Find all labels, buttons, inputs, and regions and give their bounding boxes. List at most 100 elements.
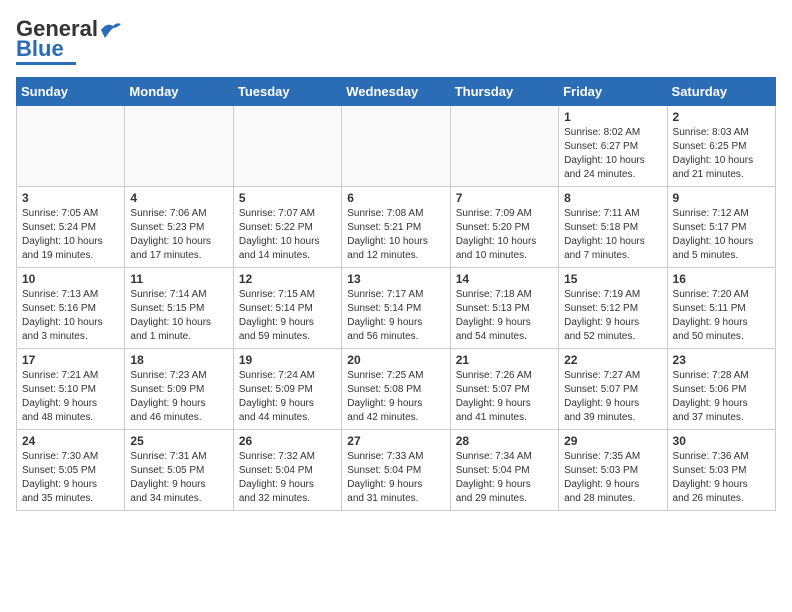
weekday-header-friday: Friday [559,78,667,106]
day-info: Sunrise: 7:34 AM Sunset: 5:04 PM Dayligh… [456,450,553,506]
day-info: Sunrise: 7:08 AM Sunset: 5:21 PM Dayligh… [347,207,444,263]
week-row-4: 17Sunrise: 7:21 AM Sunset: 5:10 PM Dayli… [17,349,776,430]
calendar-cell: 30Sunrise: 7:36 AM Sunset: 5:03 PM Dayli… [667,430,775,511]
day-number: 2 [673,110,770,124]
calendar-cell: 2 Sunrise: 8:03 AM Sunset: 6:25 PM Daylig… [667,106,775,187]
day-number: 28 [456,434,553,448]
calendar-cell [125,106,233,187]
calendar-cell: 15 Sunrise: 7:19 AM Sunset: 5:12 PM Dayli… [559,268,667,349]
calendar-cell: 27 Sunrise: 7:33 AM Sunset: 5:04 PM Dayli… [342,430,450,511]
day-number: 27 [347,434,444,448]
day-number: 9 [673,191,770,205]
day-info: Sunrise: 7:12 AM Sunset: 5:17 PM Dayligh… [673,207,770,263]
day-info: Sunrise: 7:15 AM Sunset: 5:14 PM Dayligh… [239,288,336,344]
calendar-cell: 11Sunrise: 7:14 AM Sunset: 5:15 PM Dayli… [125,268,233,349]
calendar-cell: 18 Sunrise: 7:23 AM Sunset: 5:09 PM Dayli… [125,349,233,430]
day-number: 26 [239,434,336,448]
calendar-cell: 3 Sunrise: 7:05 AM Sunset: 5:24 PM Daylig… [17,187,125,268]
day-info: Sunrise: 7:23 AM Sunset: 5:09 PM Dayligh… [130,369,227,425]
day-info: Sunrise: 7:31 AM Sunset: 5:05 PM Dayligh… [130,450,227,506]
weekday-header-tuesday: Tuesday [233,78,341,106]
day-info: Sunrise: 7:07 AM Sunset: 5:22 PM Dayligh… [239,207,336,263]
day-number: 13 [347,272,444,286]
day-info: Sunrise: 7:26 AM Sunset: 5:07 PM Dayligh… [456,369,553,425]
calendar-cell: 28 Sunrise: 7:34 AM Sunset: 5:04 PM Dayli… [450,430,558,511]
calendar-cell: 16Sunrise: 7:20 AM Sunset: 5:11 PM Dayli… [667,268,775,349]
day-number: 22 [564,353,661,367]
day-info: Sunrise: 7:28 AM Sunset: 5:06 PM Dayligh… [673,369,770,425]
day-number: 12 [239,272,336,286]
day-info: Sunrise: 8:03 AM Sunset: 6:25 PM Dayligh… [673,126,770,182]
day-number: 8 [564,191,661,205]
logo-bird-icon [99,20,123,40]
calendar-cell [17,106,125,187]
day-info: Sunrise: 7:32 AM Sunset: 5:04 PM Dayligh… [239,450,336,506]
day-info: Sunrise: 7:06 AM Sunset: 5:23 PM Dayligh… [130,207,227,263]
day-info: Sunrise: 7:18 AM Sunset: 5:13 PM Dayligh… [456,288,553,344]
weekday-header-wednesday: Wednesday [342,78,450,106]
calendar-cell: 8 Sunrise: 7:11 AM Sunset: 5:18 PM Daylig… [559,187,667,268]
day-number: 15 [564,272,661,286]
calendar-cell: 6Sunrise: 7:08 AM Sunset: 5:21 PM Daylig… [342,187,450,268]
day-info: Sunrise: 7:35 AM Sunset: 5:03 PM Dayligh… [564,450,661,506]
day-number: 4 [130,191,227,205]
calendar-cell: 25 Sunrise: 7:31 AM Sunset: 5:05 PM Dayli… [125,430,233,511]
logo-divider [16,62,76,65]
week-row-3: 10Sunrise: 7:13 AM Sunset: 5:16 PM Dayli… [17,268,776,349]
day-info: Sunrise: 8:02 AM Sunset: 6:27 PM Dayligh… [564,126,661,182]
day-info: Sunrise: 7:21 AM Sunset: 5:10 PM Dayligh… [22,369,119,425]
day-info: Sunrise: 7:11 AM Sunset: 5:18 PM Dayligh… [564,207,661,263]
calendar-cell: 19 Sunrise: 7:24 AM Sunset: 5:09 PM Dayli… [233,349,341,430]
calendar-cell: 1 Sunrise: 8:02 AM Sunset: 6:27 PM Daylig… [559,106,667,187]
week-row-1: 1 Sunrise: 8:02 AM Sunset: 6:27 PM Daylig… [17,106,776,187]
day-number: 1 [564,110,661,124]
calendar-cell: 14Sunrise: 7:18 AM Sunset: 5:13 PM Dayli… [450,268,558,349]
weekday-header-sunday: Sunday [17,78,125,106]
calendar-cell [233,106,341,187]
weekday-header-saturday: Saturday [667,78,775,106]
weekday-header-row: SundayMondayTuesdayWednesdayThursdayFrid… [17,78,776,106]
day-number: 30 [673,434,770,448]
calendar-cell: 20 Sunrise: 7:25 AM Sunset: 5:08 PM Dayli… [342,349,450,430]
calendar-cell: 7Sunrise: 7:09 AM Sunset: 5:20 PM Daylig… [450,187,558,268]
logo-blue-text: Blue [16,38,64,60]
calendar-cell: 9 Sunrise: 7:12 AM Sunset: 5:17 PM Daylig… [667,187,775,268]
calendar-table: SundayMondayTuesdayWednesdayThursdayFrid… [16,77,776,511]
week-row-2: 3 Sunrise: 7:05 AM Sunset: 5:24 PM Daylig… [17,187,776,268]
day-number: 23 [673,353,770,367]
day-number: 21 [456,353,553,367]
calendar-cell: 26 Sunrise: 7:32 AM Sunset: 5:04 PM Dayli… [233,430,341,511]
day-number: 3 [22,191,119,205]
day-number: 25 [130,434,227,448]
calendar-cell: 21 Sunrise: 7:26 AM Sunset: 5:07 PM Dayli… [450,349,558,430]
day-number: 29 [564,434,661,448]
day-info: Sunrise: 7:05 AM Sunset: 5:24 PM Dayligh… [22,207,119,263]
day-info: Sunrise: 7:30 AM Sunset: 5:05 PM Dayligh… [22,450,119,506]
day-number: 11 [130,272,227,286]
day-number: 20 [347,353,444,367]
calendar-cell: 4 Sunrise: 7:06 AM Sunset: 5:23 PM Daylig… [125,187,233,268]
week-row-5: 24Sunrise: 7:30 AM Sunset: 5:05 PM Dayli… [17,430,776,511]
day-info: Sunrise: 7:27 AM Sunset: 5:07 PM Dayligh… [564,369,661,425]
day-number: 18 [130,353,227,367]
logo: General Blue [16,16,124,65]
calendar-cell: 24Sunrise: 7:30 AM Sunset: 5:05 PM Dayli… [17,430,125,511]
calendar-cell [342,106,450,187]
day-info: Sunrise: 7:33 AM Sunset: 5:04 PM Dayligh… [347,450,444,506]
calendar-cell: 13Sunrise: 7:17 AM Sunset: 5:14 PM Dayli… [342,268,450,349]
day-info: Sunrise: 7:25 AM Sunset: 5:08 PM Dayligh… [347,369,444,425]
day-info: Sunrise: 7:19 AM Sunset: 5:12 PM Dayligh… [564,288,661,344]
calendar-cell: 22 Sunrise: 7:27 AM Sunset: 5:07 PM Dayli… [559,349,667,430]
page-header: General Blue [16,16,776,65]
day-number: 16 [673,272,770,286]
day-number: 10 [22,272,119,286]
calendar-cell: 17Sunrise: 7:21 AM Sunset: 5:10 PM Dayli… [17,349,125,430]
calendar-cell: 10Sunrise: 7:13 AM Sunset: 5:16 PM Dayli… [17,268,125,349]
day-number: 7 [456,191,553,205]
weekday-header-monday: Monday [125,78,233,106]
weekday-header-thursday: Thursday [450,78,558,106]
calendar-cell: 29 Sunrise: 7:35 AM Sunset: 5:03 PM Dayli… [559,430,667,511]
day-number: 19 [239,353,336,367]
calendar-cell [450,106,558,187]
day-info: Sunrise: 7:24 AM Sunset: 5:09 PM Dayligh… [239,369,336,425]
